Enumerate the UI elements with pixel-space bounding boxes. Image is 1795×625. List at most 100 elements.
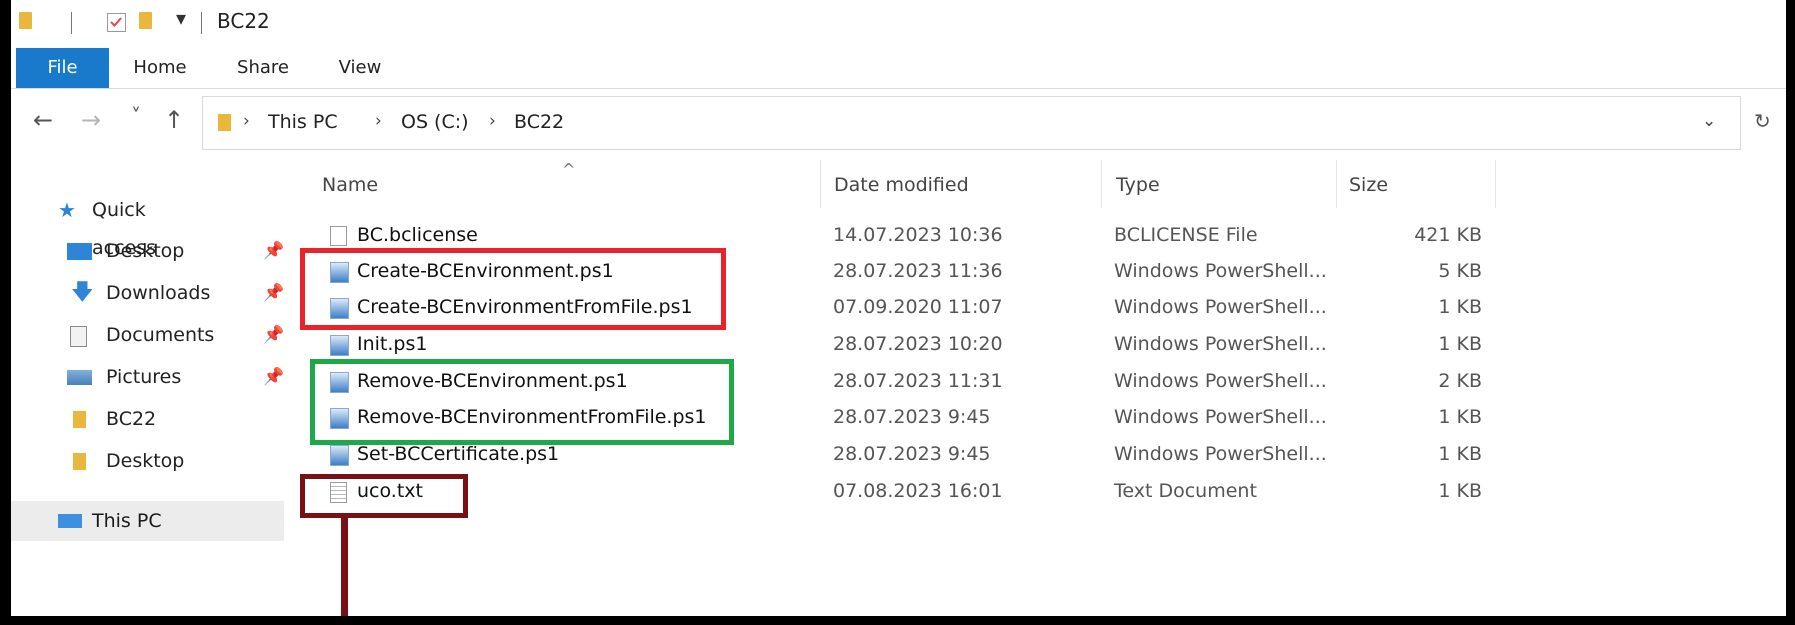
file-size: 1 KB bbox=[1438, 333, 1482, 355]
new-folder-icon[interactable] bbox=[139, 12, 152, 29]
sidebar-item-label: Downloads bbox=[106, 282, 211, 304]
file-size: 1 KB bbox=[1438, 296, 1482, 318]
file-size: 2 KB bbox=[1438, 370, 1482, 392]
sidebar-item-label: Pictures bbox=[106, 366, 182, 388]
tab-view[interactable]: View bbox=[335, 48, 385, 88]
refresh-icon[interactable]: ↻ bbox=[1754, 109, 1771, 133]
folder-icon bbox=[73, 411, 86, 428]
toolbar-separator bbox=[71, 12, 72, 34]
tab-share[interactable]: Share bbox=[229, 48, 297, 88]
column-divider[interactable] bbox=[820, 160, 821, 208]
sidebar-item-bc22[interactable]: BC22 bbox=[67, 400, 287, 438]
column-header-date-modified[interactable]: Date modified bbox=[834, 170, 969, 210]
navigation-pane: ★ Quick access Desktop 📌 🡇 Downloads 📌 D… bbox=[11, 160, 286, 616]
image-frame-bottom bbox=[0, 616, 1795, 625]
powershell-script-icon bbox=[330, 445, 349, 466]
breadcrumb-this-pc[interactable]: This PC bbox=[268, 111, 338, 133]
pictures-icon bbox=[67, 370, 92, 385]
sort-ascending-icon: ^ bbox=[562, 160, 576, 179]
folder-icon bbox=[218, 114, 231, 131]
powershell-script-icon bbox=[330, 335, 349, 356]
address-bar[interactable]: › This PC › OS (C:) › BC22 ⌄ bbox=[202, 96, 1741, 150]
computer-icon bbox=[58, 514, 82, 528]
column-header-name[interactable]: Name bbox=[322, 170, 378, 210]
file-type: Windows PowerShell... bbox=[1114, 443, 1327, 465]
customize-quick-access-dropdown-icon[interactable]: ▾ bbox=[176, 6, 186, 30]
green-highlight-box bbox=[310, 359, 734, 445]
file-size: 5 KB bbox=[1438, 260, 1482, 282]
window-title: BC22 bbox=[217, 9, 270, 33]
sidebar-item-desktop[interactable]: Desktop 📌 bbox=[67, 232, 287, 270]
pin-icon[interactable]: 📌 bbox=[263, 358, 284, 396]
file-type: Windows PowerShell... bbox=[1114, 406, 1327, 428]
sidebar-item-label: Documents bbox=[106, 324, 215, 346]
pin-icon[interactable]: 📌 bbox=[263, 316, 284, 354]
sidebar-item-documents[interactable]: Documents 📌 bbox=[67, 316, 287, 354]
image-frame-left bbox=[0, 0, 11, 625]
breadcrumb-separator[interactable]: › bbox=[243, 111, 250, 131]
file-type: Windows PowerShell... bbox=[1114, 333, 1327, 355]
sidebar-item-label: This PC bbox=[92, 510, 162, 532]
file-type: Windows PowerShell... bbox=[1114, 260, 1327, 282]
file-date-modified: 28.07.2023 9:45 bbox=[833, 443, 991, 465]
up-arrow-icon[interactable]: ↑ bbox=[164, 106, 184, 134]
column-header-type[interactable]: Type bbox=[1116, 170, 1160, 210]
file-type: Text Document bbox=[1114, 480, 1257, 502]
column-divider[interactable] bbox=[1336, 160, 1337, 208]
file-size: 1 KB bbox=[1438, 480, 1482, 502]
file-type: BCLICENSE File bbox=[1114, 224, 1258, 246]
breadcrumb-bc22[interactable]: BC22 bbox=[514, 111, 564, 133]
breadcrumb-os-c[interactable]: OS (C:) bbox=[401, 111, 469, 133]
pin-icon[interactable]: 📌 bbox=[263, 232, 284, 270]
image-frame-right bbox=[1786, 0, 1795, 625]
sidebar-item-desktop-shortcut[interactable]: Desktop bbox=[67, 442, 287, 480]
pin-icon[interactable]: 📌 bbox=[263, 274, 284, 312]
back-arrow-icon[interactable]: ← bbox=[33, 106, 53, 134]
file-date-modified: 28.07.2023 11:31 bbox=[833, 370, 1003, 392]
file-size: 1 KB bbox=[1438, 443, 1482, 465]
file-date-modified: 07.09.2020 11:07 bbox=[833, 296, 1003, 318]
forward-arrow-icon[interactable]: → bbox=[81, 106, 101, 134]
desktop-shortcut-icon bbox=[73, 453, 86, 470]
sidebar-item-label: Desktop bbox=[106, 240, 185, 262]
file-date-modified: 28.07.2023 11:36 bbox=[833, 260, 1003, 282]
maroon-highlight-box bbox=[300, 474, 468, 518]
tab-home[interactable]: Home bbox=[127, 48, 193, 88]
documents-icon bbox=[70, 326, 87, 347]
downloads-icon: 🡇 bbox=[71, 280, 94, 305]
title-bar: ▾ BC22 bbox=[11, 0, 1786, 42]
sidebar-item-label: BC22 bbox=[106, 408, 157, 430]
file-row[interactable]: uco.txt 07.08.2023 16:01 Text Document 1… bbox=[318, 473, 1498, 509]
sidebar-item-pictures[interactable]: Pictures 📌 bbox=[67, 358, 287, 396]
file-name: Init.ps1 bbox=[357, 333, 428, 355]
file-size: 421 KB bbox=[1414, 224, 1482, 246]
sidebar-item-downloads[interactable]: 🡇 Downloads 📌 bbox=[67, 274, 287, 312]
file-size: 1 KB bbox=[1438, 406, 1482, 428]
tab-file[interactable]: File bbox=[16, 48, 109, 88]
breadcrumb-separator[interactable]: › bbox=[375, 111, 382, 131]
properties-icon[interactable] bbox=[107, 13, 126, 32]
file-date-modified: 28.07.2023 10:20 bbox=[833, 333, 1003, 355]
app-folder-icon[interactable] bbox=[19, 12, 32, 29]
column-divider[interactable] bbox=[1495, 160, 1496, 208]
file-type: Windows PowerShell... bbox=[1114, 370, 1327, 392]
file-date-modified: 07.08.2023 16:01 bbox=[833, 480, 1003, 502]
maroon-connector-line bbox=[341, 518, 348, 616]
breadcrumb-separator[interactable]: › bbox=[489, 111, 496, 131]
navigation-bar: ← → ˅ ↑ › This PC › OS (C:) › BC22 ⌄ ↻ bbox=[11, 96, 1786, 152]
address-history-chevron-icon[interactable]: ⌄ bbox=[1702, 111, 1716, 131]
recent-locations-chevron-icon[interactable]: ˅ bbox=[131, 104, 141, 128]
column-header-size[interactable]: Size bbox=[1349, 170, 1388, 210]
toolbar-separator bbox=[201, 12, 202, 34]
star-icon: ★ bbox=[58, 198, 76, 222]
ribbon-tabs: File Home Share View bbox=[11, 48, 1786, 89]
sidebar-item-label: Desktop bbox=[106, 450, 185, 472]
file-type: Windows PowerShell... bbox=[1114, 296, 1327, 318]
red-highlight-box bbox=[300, 248, 726, 330]
file-row[interactable]: Init.ps1 28.07.2023 10:20 Windows PowerS… bbox=[318, 326, 1498, 362]
generic-file-icon bbox=[330, 226, 347, 246]
file-date-modified: 28.07.2023 9:45 bbox=[833, 406, 991, 428]
file-date-modified: 14.07.2023 10:36 bbox=[833, 224, 1003, 246]
column-divider[interactable] bbox=[1101, 160, 1102, 208]
sidebar-item-this-pc[interactable]: This PC bbox=[11, 501, 284, 541]
